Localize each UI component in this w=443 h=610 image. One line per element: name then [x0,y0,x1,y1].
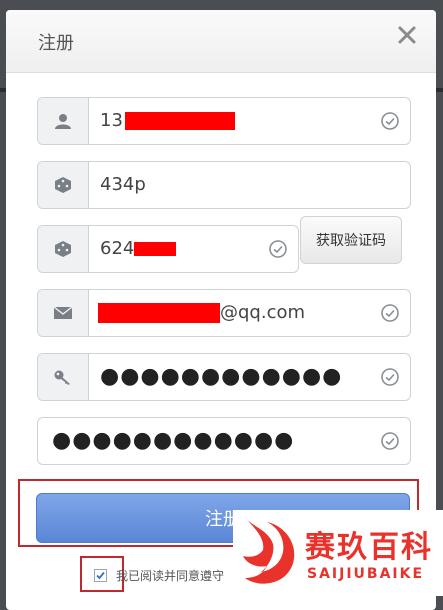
captcha-addon [38,162,89,208]
envelope-icon [53,306,73,319]
user-icon [55,114,71,129]
check-circle-icon [381,432,399,450]
sms-code-addon [38,226,89,272]
dice-icon [55,177,71,193]
email-value: @qq.com [98,290,305,336]
brand-watermark: 赛玖百科 SAIJIUBAIKE [233,510,443,596]
sms-code-value: 624 [100,226,177,272]
captcha-field[interactable]: 434p [37,161,411,209]
get-code-button[interactable]: 获取验证码 [300,216,402,264]
email-field[interactable]: @qq.com [37,289,411,337]
password-value: ●●●●●●●●●●●● [100,364,343,389]
check-circle-icon [381,112,399,130]
phone-value: 13 [100,98,235,144]
close-icon[interactable] [396,24,418,46]
phone-addon [38,98,89,144]
password-field[interactable]: ●●●●●●●●●●●● [37,353,411,401]
whale-tail-logo [243,520,295,584]
agree-label: 我已阅读并同意遵守 [116,569,225,583]
check-circle-icon [381,304,399,322]
check-circle-icon [381,368,399,386]
captcha-value: 434p [100,174,146,195]
dialog-title: 注册 [38,33,74,54]
agree-checkbox[interactable] [94,569,107,582]
redaction-mark [98,303,220,323]
check-icon [96,571,105,580]
key-icon [54,370,70,385]
watermark-subtext: SAIJIUBAIKE [307,566,425,582]
phone-field[interactable]: 13 [37,97,411,145]
redaction-mark [124,112,235,130]
password-addon [38,354,89,400]
watermark-text: 赛玖百科 [305,530,433,565]
confirm-password-field[interactable]: ●●●●●●●●●●●● [37,417,411,465]
sms-code-field[interactable]: 624 [37,225,299,273]
email-addon [38,290,89,336]
redaction-mark [134,242,177,256]
dice-icon [55,241,71,257]
check-circle-icon [269,240,287,258]
confirm-password-value: ●●●●●●●●●●●● [52,428,295,453]
dialog-header: 注册 [6,10,436,73]
